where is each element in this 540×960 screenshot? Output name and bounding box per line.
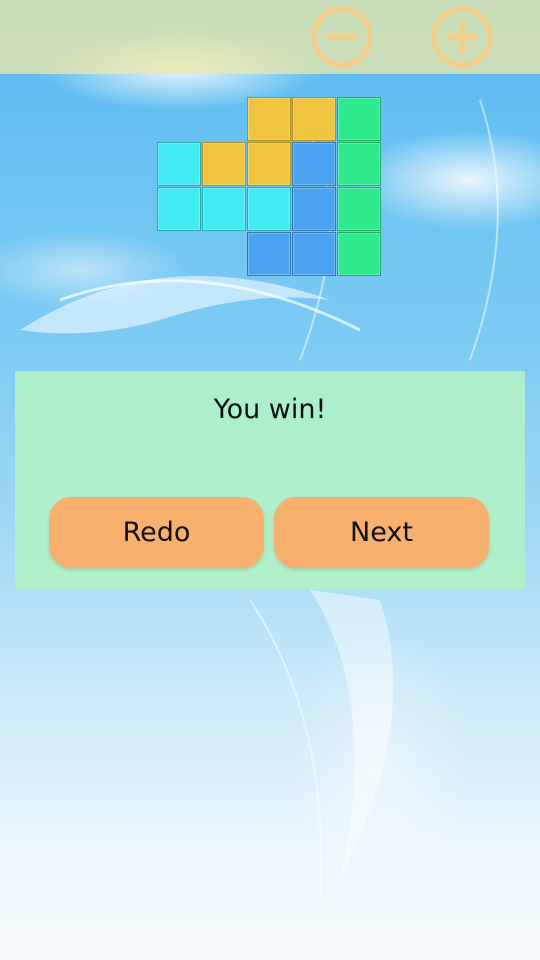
board-cell-yellow[interactable] — [247, 142, 291, 186]
board-cell-yellow[interactable] — [292, 97, 336, 141]
board-cell-yellow[interactable] — [202, 142, 246, 186]
next-button[interactable]: Next — [274, 497, 489, 568]
board-cell-blue[interactable] — [292, 232, 336, 276]
board-cell-green[interactable] — [337, 97, 381, 141]
board-cell-cyan[interactable] — [247, 187, 291, 231]
win-message: You win! — [213, 394, 327, 425]
board-cell-yellow[interactable] — [247, 97, 291, 141]
board-cell-blue[interactable] — [247, 232, 291, 276]
board-cell-green[interactable] — [337, 187, 381, 231]
puzzle-board — [0, 0, 540, 300]
redo-button[interactable]: Redo — [49, 497, 264, 568]
board-cell-blue[interactable] — [292, 187, 336, 231]
board-cell-cyan[interactable] — [157, 142, 201, 186]
board-cell-blue[interactable] — [292, 142, 336, 186]
board-cell-green[interactable] — [337, 142, 381, 186]
board-cell-cyan[interactable] — [202, 187, 246, 231]
board-cell-cyan[interactable] — [157, 187, 201, 231]
board-cell-green[interactable] — [337, 232, 381, 276]
